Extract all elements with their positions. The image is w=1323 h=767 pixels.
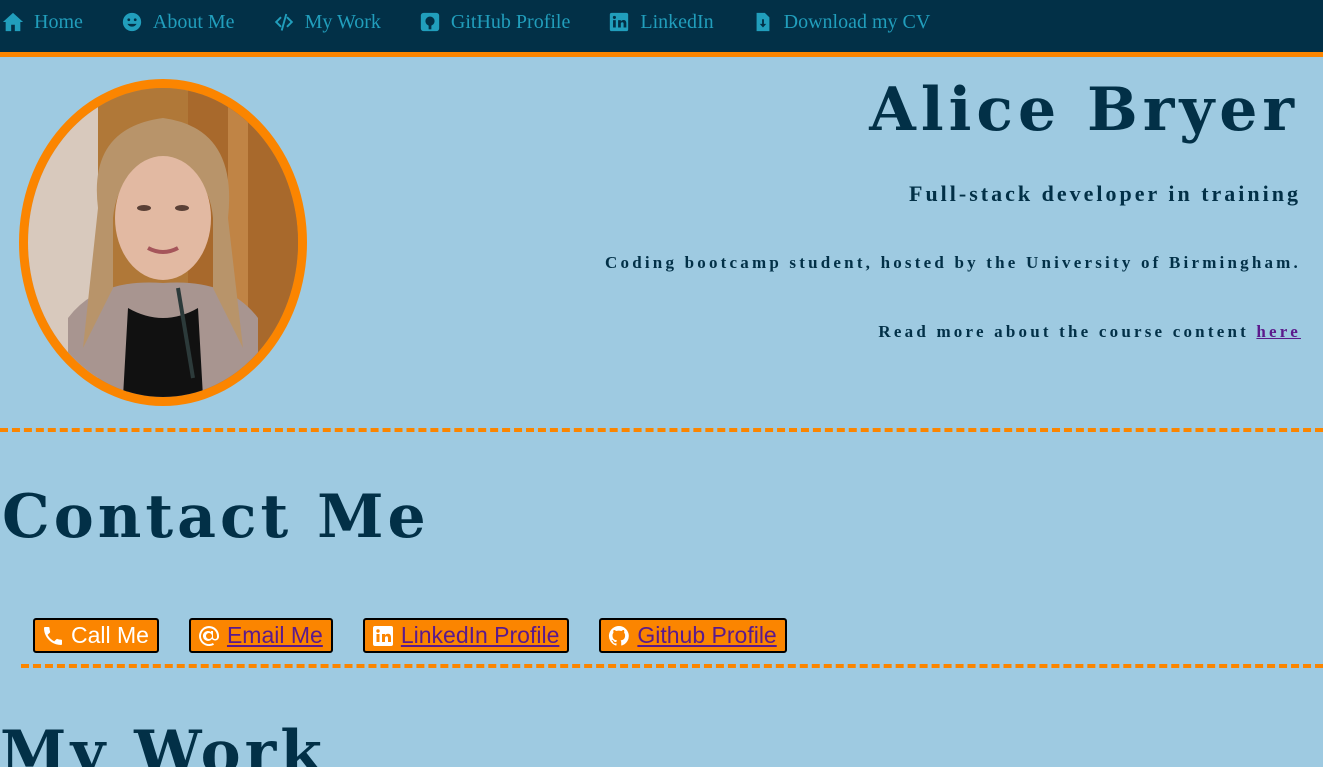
contact-buttons: Call Me Email Me LinkedIn Profile Github… — [33, 618, 817, 653]
email-me-button[interactable]: Email Me — [188, 618, 333, 653]
smile-icon — [121, 11, 143, 33]
phone-icon — [41, 624, 65, 648]
call-me-label: Call Me — [71, 622, 149, 648]
at-icon — [197, 624, 221, 648]
linkedin-profile-button[interactable]: LinkedIn Profile — [362, 618, 570, 653]
github-square-icon — [419, 11, 441, 33]
profile-photo — [19, 79, 307, 406]
linkedin-icon — [608, 11, 630, 33]
home-icon — [2, 11, 24, 33]
github-profile-button[interactable]: Github Profile — [599, 618, 787, 653]
section-divider — [0, 428, 1323, 432]
nav-work-link[interactable]: My Work — [273, 7, 381, 37]
nav-cv-link[interactable]: Download my CV — [752, 7, 931, 37]
nav-home-link[interactable]: Home — [2, 7, 83, 37]
hero-subtitle: Full-stack developer in training — [909, 181, 1301, 206]
linkedin-profile-label: LinkedIn Profile — [400, 622, 560, 648]
nav-github-link[interactable]: GitHub Profile — [419, 7, 570, 37]
nav-home-label: Home — [34, 10, 83, 33]
nav-work-label: My Work — [304, 10, 381, 33]
hero-description: Coding bootcamp student, hosted by the U… — [605, 253, 1301, 272]
hero-section: Alice Bryer Full-stack developer in trai… — [0, 57, 1323, 432]
email-me-label: Email Me — [226, 622, 323, 648]
hero-readmore: Read more about the course content here — [605, 322, 1301, 342]
linkedin-icon — [371, 624, 395, 648]
code-icon — [273, 11, 295, 33]
contact-heading: Contact Me — [2, 482, 430, 552]
page-title: Alice Bryer — [869, 75, 1299, 145]
nav-about-link[interactable]: About Me — [121, 7, 235, 37]
file-download-icon — [752, 11, 774, 33]
github-icon — [607, 624, 631, 648]
top-navbar: Home About Me My Work GitHub Profile Lin… — [0, 0, 1323, 57]
nav-github-label: GitHub Profile — [450, 10, 571, 33]
course-link[interactable]: here — [1256, 322, 1301, 341]
github-profile-label: Github Profile — [637, 622, 777, 648]
call-me-button[interactable]: Call Me — [33, 618, 159, 653]
nav-cv-label: Download my CV — [783, 10, 931, 33]
nav-linkedin-label: LinkedIn — [640, 10, 714, 33]
work-heading: My Work — [0, 718, 326, 767]
nav-about-label: About Me — [152, 10, 235, 33]
section-divider — [21, 664, 1323, 668]
hero-text: Alice Bryer Full-stack developer in trai… — [605, 75, 1301, 342]
readmore-text: Read more about the course content — [878, 322, 1257, 341]
nav-linkedin-link[interactable]: LinkedIn — [608, 7, 714, 37]
